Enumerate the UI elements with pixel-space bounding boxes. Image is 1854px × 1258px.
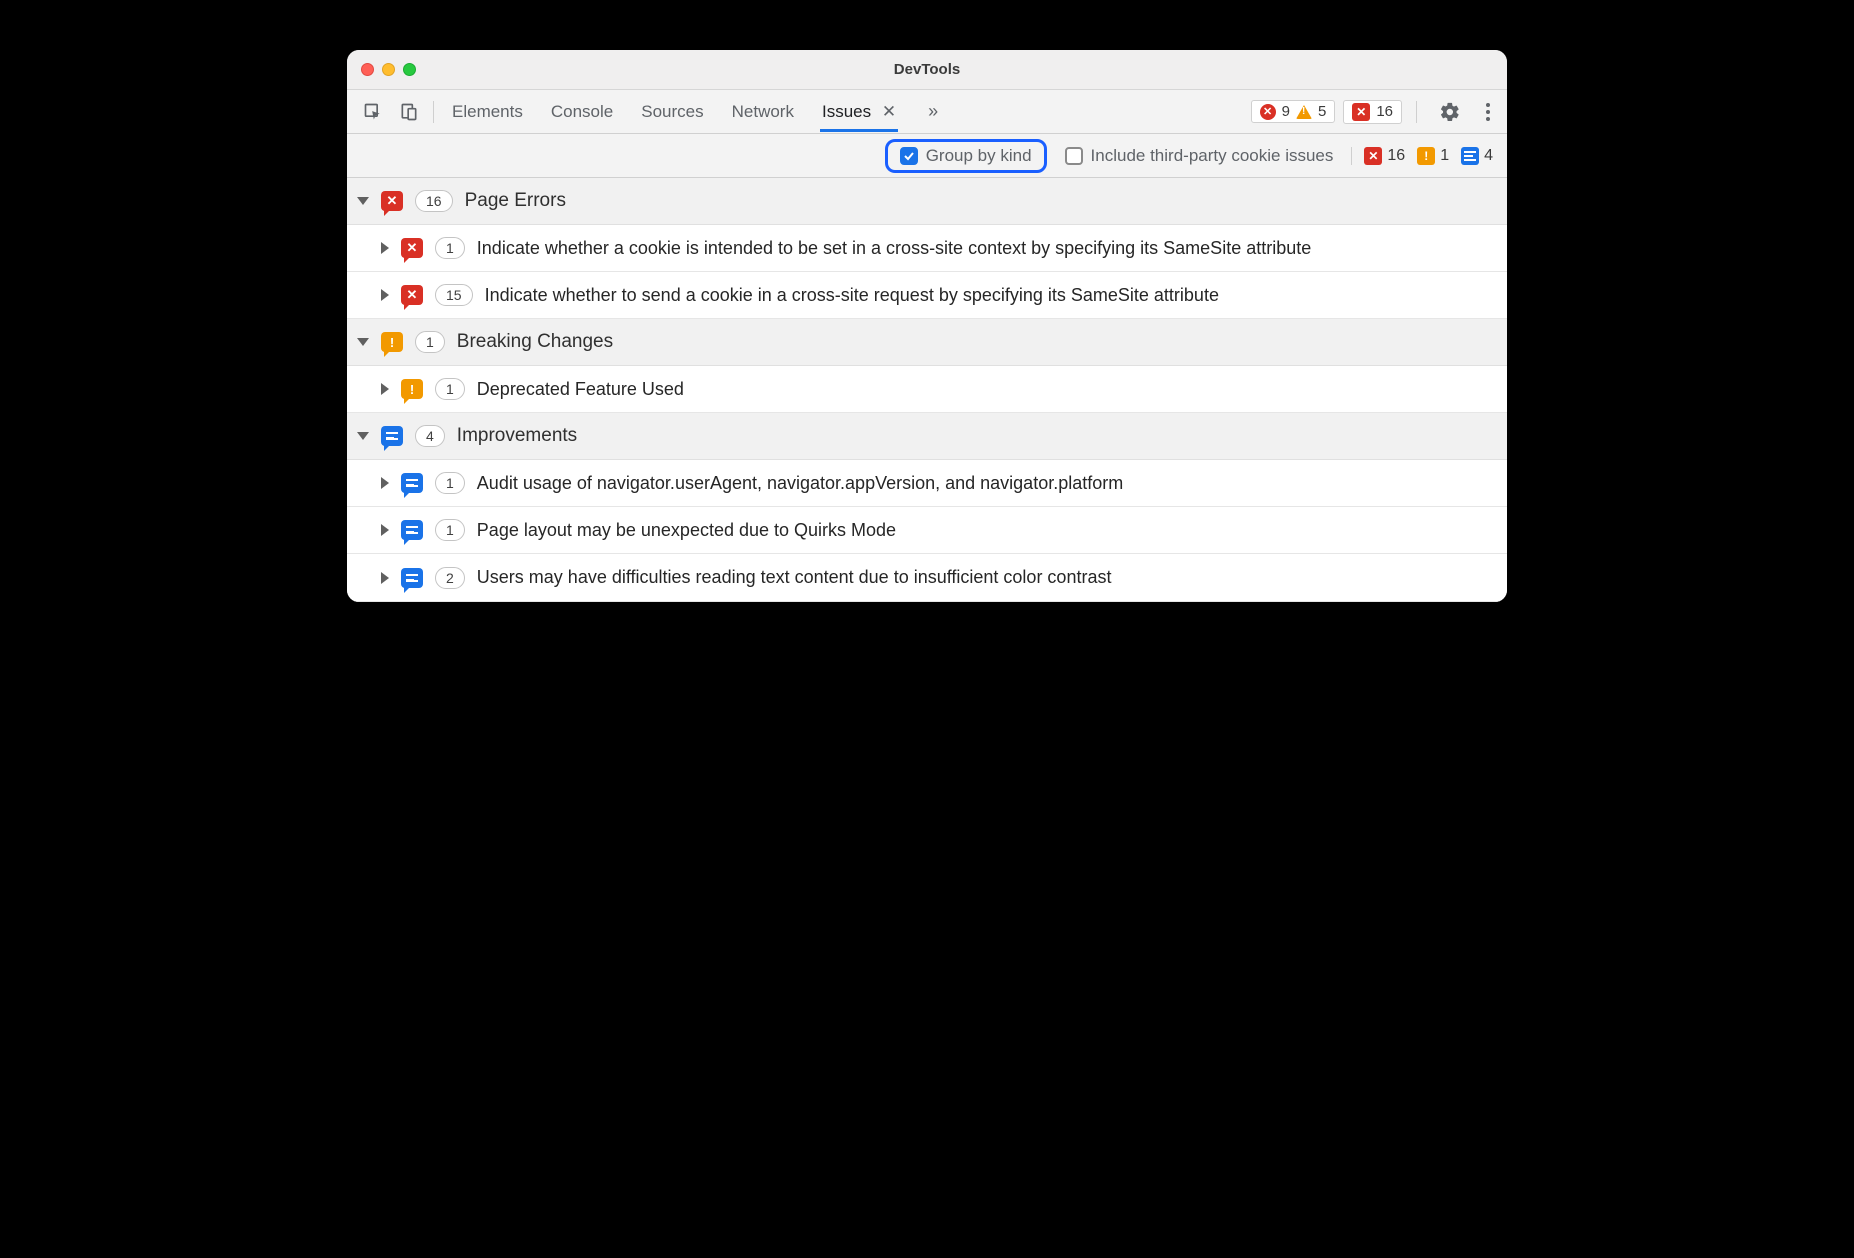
inspect-element-button[interactable] — [355, 98, 391, 126]
issue-item[interactable]: ! 1 Deprecated Feature Used — [347, 366, 1507, 413]
error-count-pair[interactable]: ✕ 16 — [1364, 147, 1405, 165]
more-tabs-button[interactable]: » — [928, 101, 938, 122]
issues-status-chip[interactable]: ✕ 16 — [1343, 100, 1402, 124]
group-count-badge: 1 — [415, 331, 445, 353]
issue-title: Audit usage of navigator.userAgent, navi… — [477, 470, 1497, 496]
issue-count-badge: 1 — [435, 519, 465, 541]
panel-tabs: Elements Console Sources Network Issues … — [450, 92, 938, 132]
chevron-right-icon[interactable] — [381, 289, 389, 301]
issue-title: Users may have difficulties reading text… — [477, 564, 1497, 590]
chevron-right-icon[interactable] — [381, 383, 389, 395]
group-header-breaking-changes[interactable]: ! 1 Breaking Changes — [347, 319, 1507, 366]
info-speech-icon — [381, 426, 403, 446]
devtools-window: DevTools Elements Console Sources Networ… — [347, 50, 1507, 602]
issue-count-badge: 1 — [435, 237, 465, 259]
issue-count-badge: 2 — [435, 567, 465, 589]
checkbox-unchecked-icon — [1065, 147, 1083, 165]
issue-item[interactable]: 1 Audit usage of navigator.userAgent, na… — [347, 460, 1507, 507]
chevron-right-icon[interactable] — [381, 572, 389, 584]
close-tab-icon[interactable]: ✕ — [882, 102, 896, 121]
traffic-lights — [347, 63, 416, 76]
issue-counts: ✕ 16 ! 1 4 — [1351, 147, 1493, 165]
settings-button[interactable] — [1431, 97, 1469, 127]
issue-count-badge: 1 — [435, 472, 465, 494]
group-by-kind-option[interactable]: Group by kind — [885, 139, 1047, 173]
group-count-badge: 16 — [415, 190, 453, 212]
issue-item[interactable]: 2 Users may have difficulties reading te… — [347, 554, 1507, 601]
issue-item[interactable]: ✕ 15 Indicate whether to send a cookie i… — [347, 272, 1507, 319]
info-speech-icon — [401, 473, 423, 493]
checkbox-checked-icon — [900, 147, 918, 165]
warning-count-pair[interactable]: ! 1 — [1417, 147, 1449, 165]
tab-issues-label: Issues — [822, 102, 871, 121]
warning-count: 1 — [1440, 147, 1449, 165]
error-square-icon: ✕ — [1364, 147, 1382, 165]
chevron-right-icon[interactable] — [381, 524, 389, 536]
issues-filter-bar: Group by kind Include third-party cookie… — [347, 134, 1507, 178]
issue-title: Deprecated Feature Used — [477, 376, 1497, 402]
error-speech-icon: ✕ — [401, 285, 423, 305]
tab-network[interactable]: Network — [730, 92, 796, 132]
issue-title: Indicate whether a cookie is intended to… — [477, 235, 1497, 261]
console-status-chip[interactable]: ✕ 9 5 — [1251, 100, 1336, 123]
close-window-button[interactable] — [361, 63, 374, 76]
tab-issues[interactable]: Issues ✕ — [820, 92, 898, 132]
issue-item[interactable]: ✕ 1 Indicate whether a cookie is intende… — [347, 225, 1507, 272]
window-title: DevTools — [347, 61, 1507, 78]
tab-elements[interactable]: Elements — [450, 92, 525, 132]
error-square-icon: ✕ — [1352, 103, 1370, 121]
console-warning-count: 5 — [1318, 103, 1326, 120]
info-count: 4 — [1484, 147, 1493, 165]
group-by-kind-label: Group by kind — [926, 146, 1032, 166]
tab-console[interactable]: Console — [549, 92, 615, 132]
warning-speech-icon: ! — [381, 332, 403, 352]
issue-error-count: 16 — [1376, 103, 1393, 120]
include-third-party-option[interactable]: Include third-party cookie issues — [1065, 146, 1334, 166]
minimize-window-button[interactable] — [382, 63, 395, 76]
group-header-page-errors[interactable]: ✕ 16 Page Errors — [347, 178, 1507, 225]
error-speech-icon: ✕ — [401, 238, 423, 258]
warning-triangle-icon — [1296, 105, 1312, 119]
group-label: Breaking Changes — [457, 331, 613, 353]
toolbar-divider — [433, 101, 434, 123]
info-count-pair[interactable]: 4 — [1461, 147, 1493, 165]
group-label: Improvements — [457, 425, 577, 447]
console-error-count: 9 — [1282, 103, 1290, 120]
zoom-window-button[interactable] — [403, 63, 416, 76]
more-options-button[interactable] — [1477, 98, 1499, 126]
chevron-right-icon[interactable] — [381, 477, 389, 489]
toolbar-divider — [1416, 101, 1417, 123]
devtools-toolbar: Elements Console Sources Network Issues … — [347, 90, 1507, 134]
group-label: Page Errors — [465, 190, 566, 212]
chevron-down-icon[interactable] — [357, 432, 369, 440]
issue-count-badge: 15 — [435, 284, 473, 306]
warning-speech-icon: ! — [401, 379, 423, 399]
warning-square-icon: ! — [1417, 147, 1435, 165]
titlebar: DevTools — [347, 50, 1507, 90]
chevron-down-icon[interactable] — [357, 338, 369, 346]
info-square-icon — [1461, 147, 1479, 165]
error-circle-icon: ✕ — [1260, 104, 1276, 120]
tab-sources[interactable]: Sources — [639, 92, 705, 132]
include-third-party-label: Include third-party cookie issues — [1091, 146, 1334, 166]
info-speech-icon — [401, 520, 423, 540]
error-count: 16 — [1387, 147, 1405, 165]
group-count-badge: 4 — [415, 425, 445, 447]
chevron-right-icon[interactable] — [381, 242, 389, 254]
issue-title: Page layout may be unexpected due to Qui… — [477, 517, 1497, 543]
info-speech-icon — [401, 568, 423, 588]
error-speech-icon: ✕ — [381, 191, 403, 211]
issue-title: Indicate whether to send a cookie in a c… — [485, 282, 1497, 308]
chevron-down-icon[interactable] — [357, 197, 369, 205]
group-header-improvements[interactable]: 4 Improvements — [347, 413, 1507, 460]
issues-list: ✕ 16 Page Errors ✕ 1 Indicate whether a … — [347, 178, 1507, 602]
issue-item[interactable]: 1 Page layout may be unexpected due to Q… — [347, 507, 1507, 554]
issue-count-badge: 1 — [435, 378, 465, 400]
toolbar-right: ✕ 9 5 ✕ 16 — [1251, 97, 1499, 127]
device-toolbar-button[interactable] — [391, 98, 427, 126]
